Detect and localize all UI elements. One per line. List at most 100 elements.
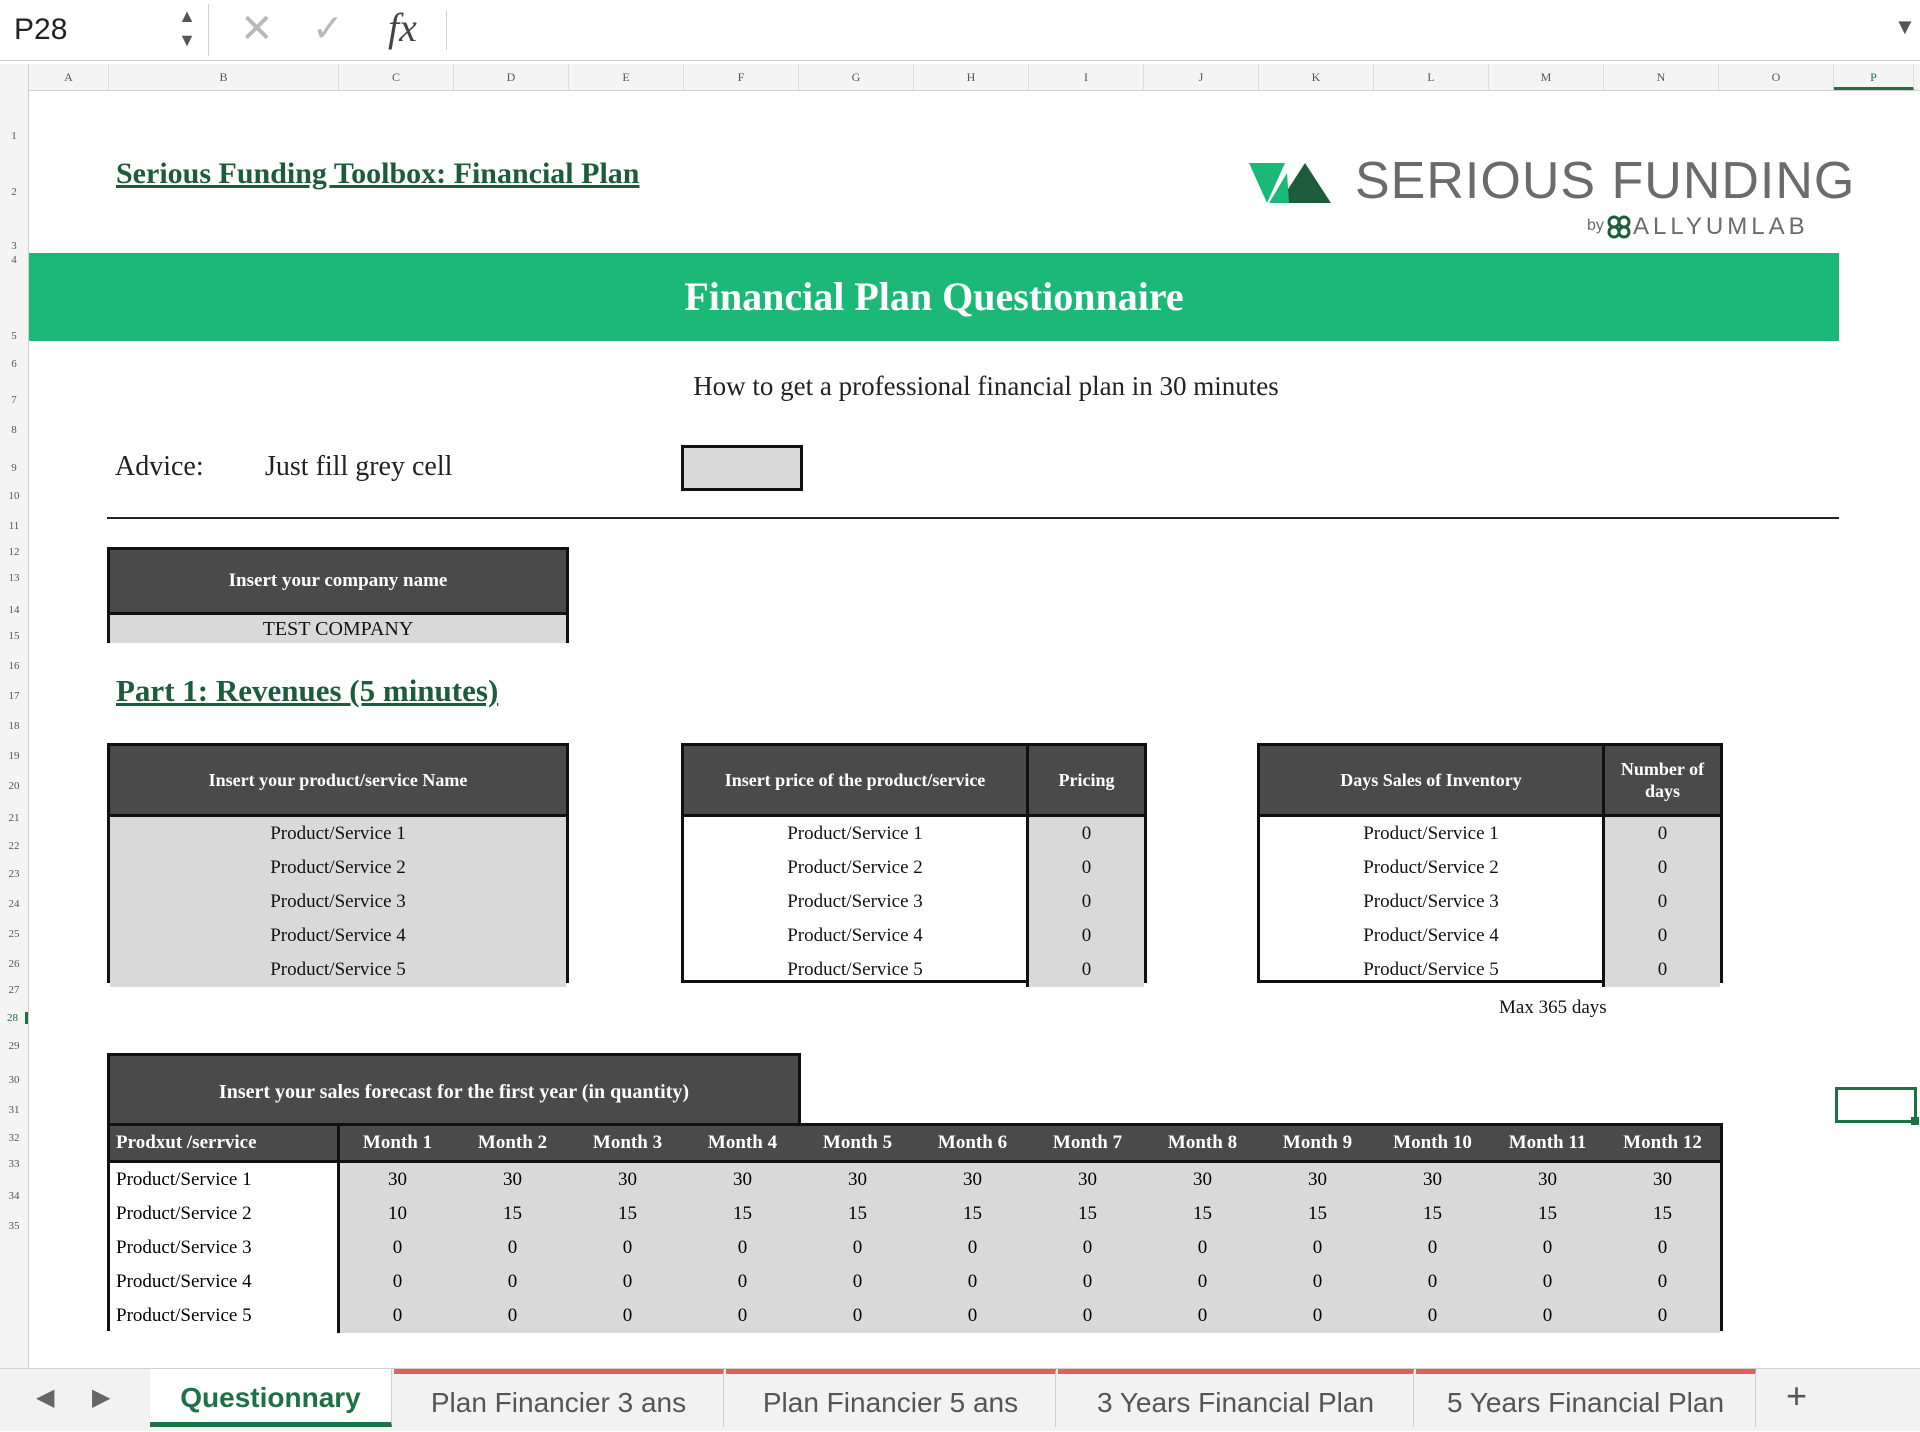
row-header-29[interactable]: 29 <box>0 1040 28 1052</box>
row-header-18[interactable]: 18 <box>0 720 28 732</box>
forecast-quantity-input[interactable]: 30 <box>1260 1163 1375 1197</box>
forecast-quantity-input[interactable]: 0 <box>455 1231 570 1265</box>
tab-5-years-financial-plan[interactable]: 5 Years Financial Plan <box>1416 1369 1756 1427</box>
forecast-quantity-input[interactable]: 15 <box>1490 1197 1605 1231</box>
row-header-12[interactable]: 12 <box>0 546 28 558</box>
row-header-7[interactable]: 7 <box>0 394 28 406</box>
prev-sheet-icon[interactable]: ◀ <box>36 1383 54 1412</box>
row-header-2[interactable]: 2 <box>0 186 28 198</box>
forecast-quantity-input[interactable]: 0 <box>340 1299 455 1333</box>
tab-3-years-financial-plan[interactable]: 3 Years Financial Plan <box>1058 1369 1414 1427</box>
forecast-quantity-input[interactable]: 0 <box>685 1299 800 1333</box>
forecast-quantity-input[interactable]: 15 <box>800 1197 915 1231</box>
days-input[interactable]: 0 <box>1605 817 1720 851</box>
column-header-b[interactable]: B <box>109 64 339 90</box>
row-header-28[interactable]: 28 <box>0 1012 28 1024</box>
forecast-quantity-input[interactable]: 0 <box>1260 1265 1375 1299</box>
row-header-27[interactable]: 27 <box>0 984 28 996</box>
column-header-k[interactable]: K <box>1259 64 1374 90</box>
days-input[interactable]: 0 <box>1605 885 1720 919</box>
forecast-quantity-input[interactable]: 0 <box>1605 1231 1720 1265</box>
forecast-quantity-input[interactable]: 0 <box>455 1265 570 1299</box>
selected-cell-p28[interactable] <box>1835 1087 1917 1123</box>
row-header-3[interactable]: 3 <box>0 240 28 252</box>
fill-handle[interactable] <box>1911 1117 1919 1125</box>
row-header-25[interactable]: 25 <box>0 928 28 940</box>
forecast-quantity-input[interactable]: 0 <box>1145 1299 1260 1333</box>
forecast-quantity-input[interactable]: 0 <box>800 1231 915 1265</box>
forecast-quantity-input[interactable]: 0 <box>1030 1299 1145 1333</box>
forecast-quantity-input[interactable]: 0 <box>1145 1265 1260 1299</box>
forecast-quantity-input[interactable]: 15 <box>1260 1197 1375 1231</box>
company-name-input[interactable]: TEST COMPANY <box>110 615 566 643</box>
row-header-24[interactable]: 24 <box>0 898 28 910</box>
product-name-input[interactable]: Product/Service 3 <box>110 885 566 919</box>
row-header-21[interactable]: 21 <box>0 812 28 824</box>
column-header-c[interactable]: C <box>339 64 454 90</box>
forecast-quantity-input[interactable]: 15 <box>1145 1197 1260 1231</box>
forecast-quantity-input[interactable]: 30 <box>1030 1163 1145 1197</box>
forecast-quantity-input[interactable]: 30 <box>1145 1163 1260 1197</box>
row-header-4[interactable]: 4 <box>0 254 28 266</box>
row-header-22[interactable]: 22 <box>0 840 28 852</box>
days-input[interactable]: 0 <box>1605 953 1720 987</box>
row-header-30[interactable]: 30 <box>0 1074 28 1086</box>
forecast-quantity-input[interactable]: 0 <box>1490 1299 1605 1333</box>
column-header-p[interactable]: P <box>1834 64 1914 90</box>
forecast-quantity-input[interactable]: 0 <box>685 1231 800 1265</box>
forecast-quantity-input[interactable]: 0 <box>340 1231 455 1265</box>
forecast-quantity-input[interactable]: 0 <box>800 1265 915 1299</box>
forecast-quantity-input[interactable]: 0 <box>570 1299 685 1333</box>
product-name-input[interactable]: Product/Service 4 <box>110 919 566 953</box>
row-header-34[interactable]: 34 <box>0 1190 28 1202</box>
forecast-quantity-input[interactable]: 0 <box>1030 1265 1145 1299</box>
row-header-33[interactable]: 33 <box>0 1158 28 1170</box>
price-input[interactable]: 0 <box>1029 817 1144 851</box>
forecast-quantity-input[interactable]: 30 <box>1605 1163 1720 1197</box>
row-header-15[interactable]: 15 <box>0 630 28 642</box>
days-input[interactable]: 0 <box>1605 851 1720 885</box>
row-header-1[interactable]: 1 <box>0 130 28 142</box>
add-sheet-button[interactable]: + <box>1786 1375 1807 1417</box>
forecast-quantity-input[interactable]: 15 <box>1030 1197 1145 1231</box>
name-box-stepper-icon[interactable]: ▲ ▼ <box>176 4 198 54</box>
column-header-g[interactable]: G <box>799 64 914 90</box>
forecast-quantity-input[interactable]: 15 <box>1375 1197 1490 1231</box>
forecast-quantity-input[interactable]: 15 <box>1605 1197 1720 1231</box>
column-header-e[interactable]: E <box>569 64 684 90</box>
row-header-6[interactable]: 6 <box>0 358 28 370</box>
forecast-quantity-input[interactable]: 30 <box>800 1163 915 1197</box>
forecast-quantity-input[interactable]: 0 <box>570 1265 685 1299</box>
forecast-quantity-input[interactable]: 0 <box>1260 1231 1375 1265</box>
product-name-input[interactable]: Product/Service 5 <box>110 953 566 987</box>
forecast-quantity-input[interactable]: 0 <box>1375 1299 1490 1333</box>
row-header-32[interactable]: 32 <box>0 1132 28 1144</box>
column-header-h[interactable]: H <box>914 64 1029 90</box>
row-header-5[interactable]: 5 <box>0 330 28 342</box>
forecast-quantity-input[interactable]: 0 <box>1490 1231 1605 1265</box>
forecast-quantity-input[interactable]: 30 <box>340 1163 455 1197</box>
forecast-quantity-input[interactable]: 30 <box>455 1163 570 1197</box>
forecast-quantity-input[interactable]: 0 <box>1375 1231 1490 1265</box>
row-header-17[interactable]: 17 <box>0 690 28 702</box>
insert-function-button[interactable]: fx <box>388 4 417 51</box>
column-header-j[interactable]: J <box>1144 64 1259 90</box>
tab-plan-financier-5-ans[interactable]: Plan Financier 5 ans <box>726 1369 1056 1427</box>
formula-input[interactable] <box>460 8 1880 52</box>
row-header-23[interactable]: 23 <box>0 868 28 880</box>
row-header-8[interactable]: 8 <box>0 424 28 436</box>
cancel-icon[interactable]: ✕ <box>240 6 274 52</box>
forecast-quantity-input[interactable]: 0 <box>1260 1299 1375 1333</box>
forecast-quantity-input[interactable]: 30 <box>570 1163 685 1197</box>
forecast-quantity-input[interactable]: 0 <box>800 1299 915 1333</box>
column-header-m[interactable]: M <box>1489 64 1604 90</box>
tab-plan-financier-3-ans[interactable]: Plan Financier 3 ans <box>394 1369 724 1427</box>
expand-formula-bar-icon[interactable]: ▼ <box>1894 14 1916 40</box>
forecast-quantity-input[interactable]: 30 <box>915 1163 1030 1197</box>
row-header-16[interactable]: 16 <box>0 660 28 672</box>
forecast-quantity-input[interactable]: 10 <box>340 1197 455 1231</box>
column-header-o[interactable]: O <box>1719 64 1834 90</box>
forecast-quantity-input[interactable]: 0 <box>685 1265 800 1299</box>
row-header-26[interactable]: 26 <box>0 958 28 970</box>
next-sheet-icon[interactable]: ▶ <box>92 1383 110 1412</box>
